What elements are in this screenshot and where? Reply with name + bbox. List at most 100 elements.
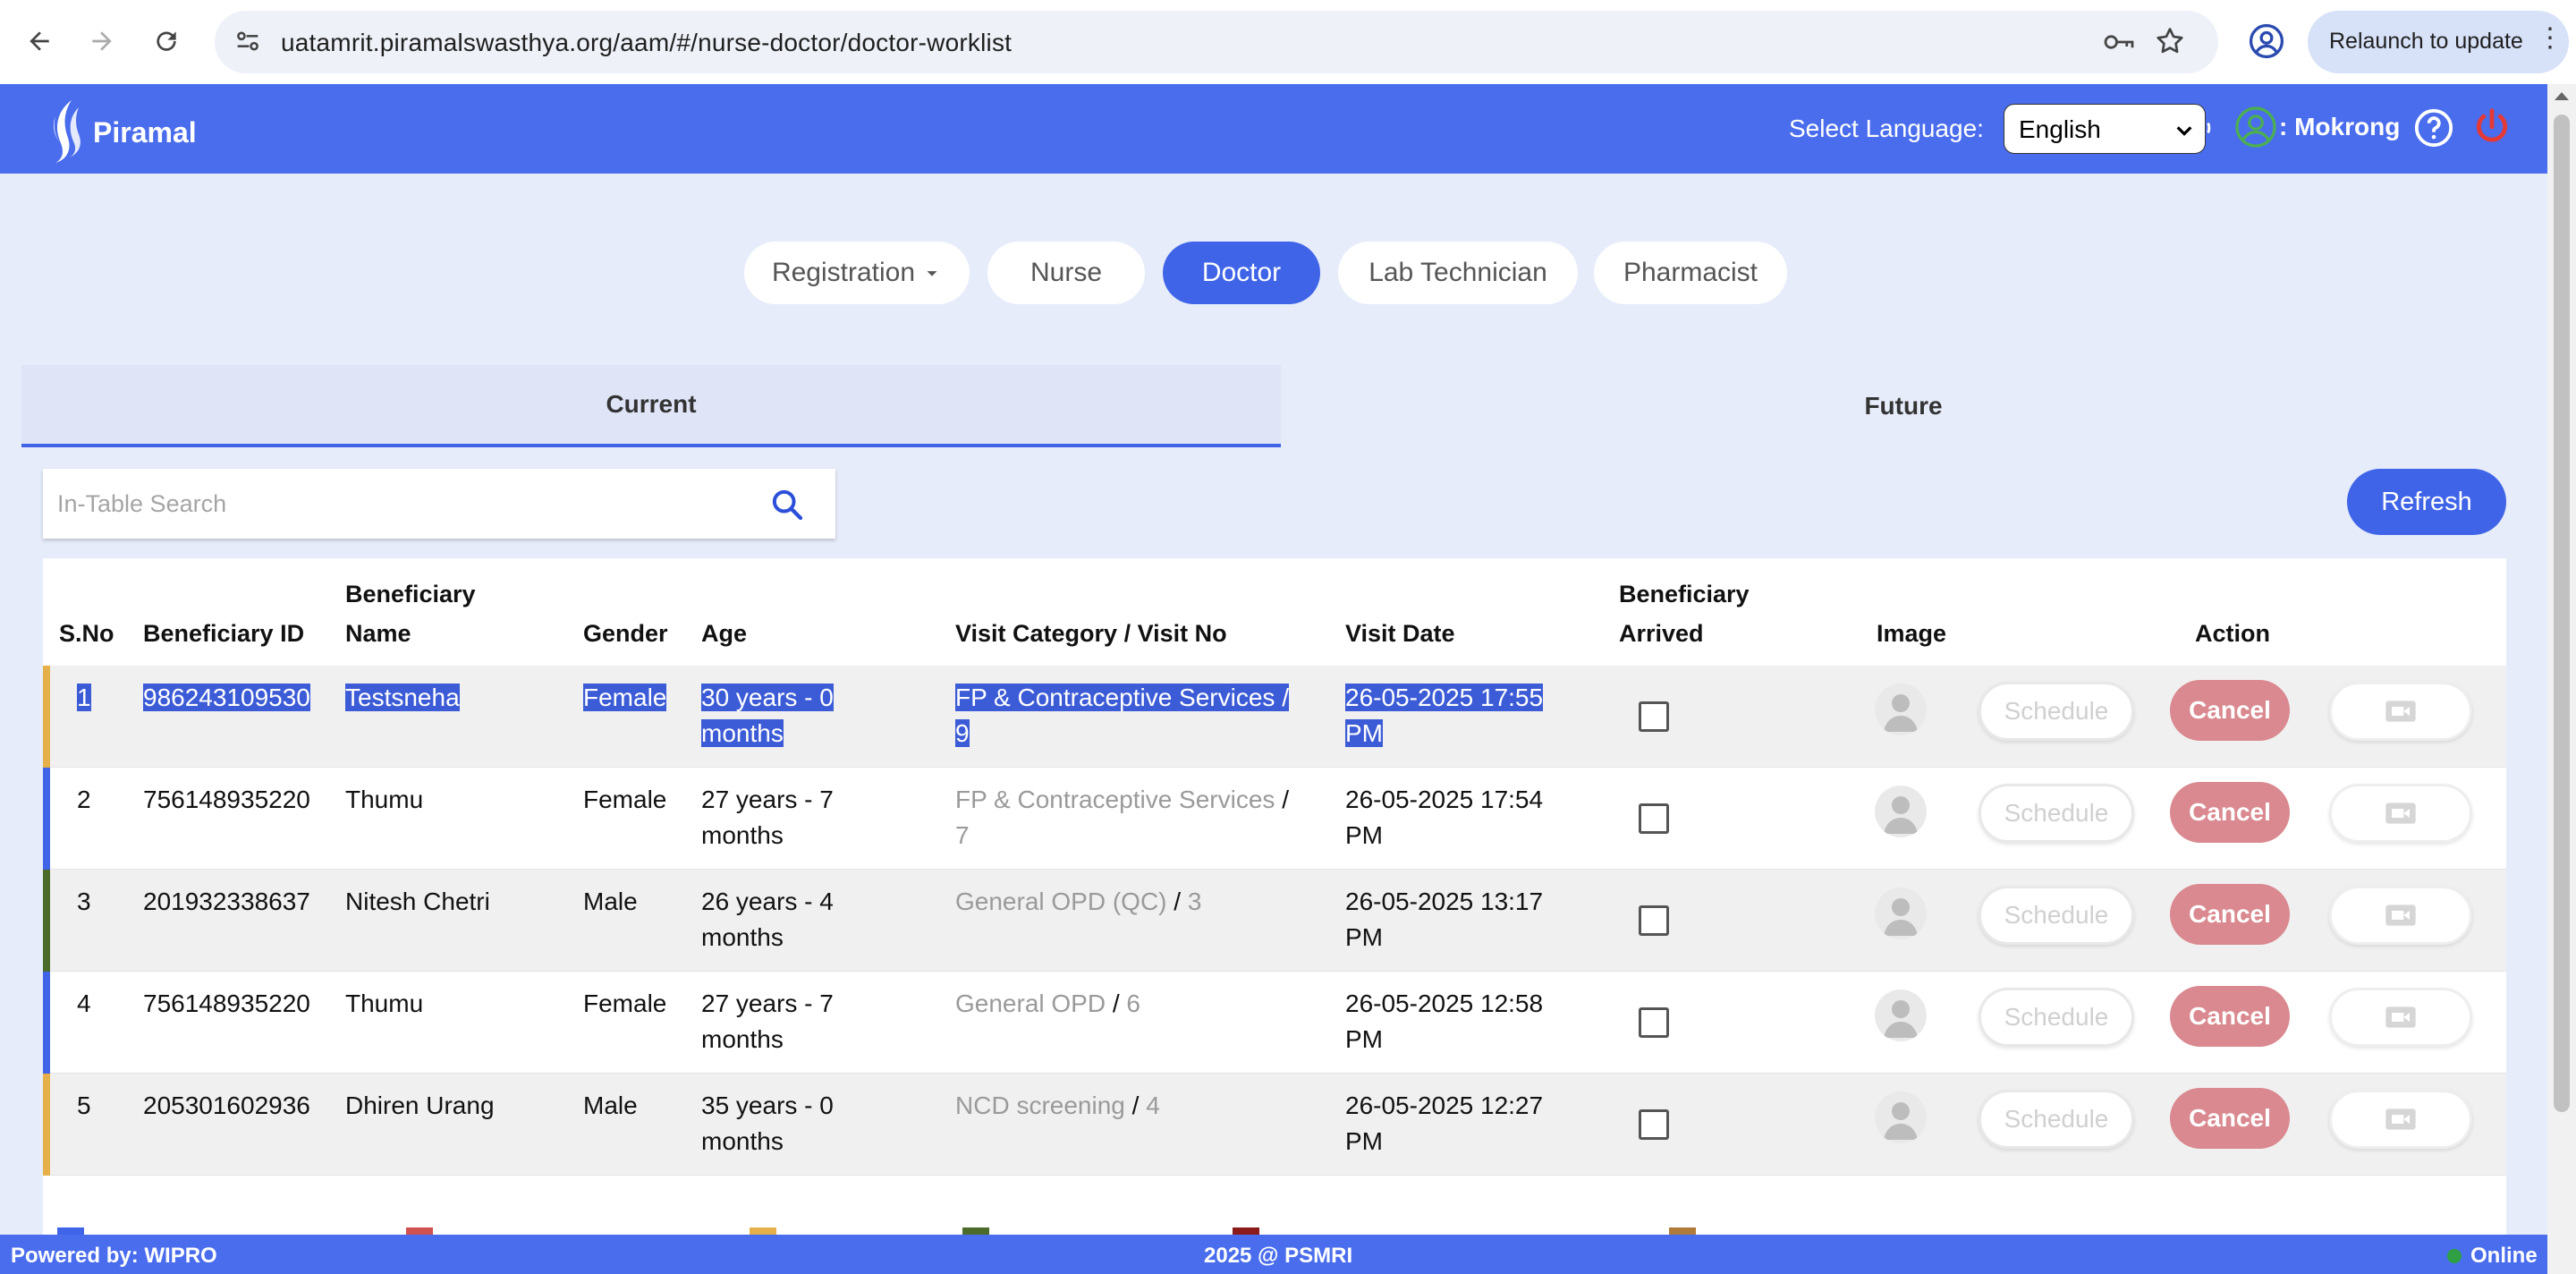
role-doctor-button[interactable]: Doctor	[1163, 242, 1320, 304]
cancel-button[interactable]: Cancel	[2170, 1088, 2290, 1149]
cell-sno: 4	[77, 989, 91, 1017]
header-beneficiary-id: Beneficiary ID	[143, 620, 305, 647]
cell-visit-separator: /	[1166, 888, 1188, 915]
cell-sno: 2	[77, 786, 91, 813]
table-row[interactable]: 1 986243109530 Testsneha Female 30 years…	[43, 666, 2506, 768]
table-row[interactable]: 3 201932338637 Nitesh Chetri Male 26 yea…	[43, 870, 2506, 972]
footer-copyright: 2025 @ PSMRI	[1204, 1244, 1353, 1268]
header-sno: S.No	[59, 620, 114, 647]
schedule-button[interactable]: Schedule	[1979, 784, 2134, 843]
table-row[interactable]: 5 205301602936 Dhiren Urang Male 35 year…	[43, 1074, 2506, 1176]
cell-visit-date-line1: 26-05-2025 13:17	[1345, 888, 1544, 915]
role-lab-technician-label: Lab Technician	[1368, 258, 1547, 287]
legend-swatch	[406, 1227, 433, 1235]
scrollbar-thumb[interactable]	[2554, 115, 2570, 1112]
profile-icon[interactable]	[2247, 21, 2286, 65]
bookmark-star-icon[interactable]	[2154, 25, 2186, 62]
cell-sno: 5	[77, 1091, 91, 1119]
piramal-logo-icon	[45, 97, 89, 169]
cancel-button[interactable]: Cancel	[2170, 884, 2290, 945]
schedule-button[interactable]: Schedule	[1979, 682, 2134, 741]
back-icon[interactable]	[18, 20, 61, 63]
scroll-up-icon[interactable]	[2553, 89, 2571, 106]
cell-visit-date-line1: 26-05-2025 12:58	[1345, 989, 1544, 1017]
schedule-button[interactable]: Schedule	[1979, 1090, 2134, 1149]
schedule-button[interactable]: Schedule	[1979, 886, 2134, 945]
language-select[interactable]: English	[2004, 104, 2206, 154]
tab-future[interactable]: Future	[1281, 365, 2526, 447]
role-nurse-label: Nurse	[1030, 258, 1103, 287]
video-call-button[interactable]	[2329, 1090, 2472, 1149]
language-label: Select Language:	[1789, 115, 1984, 142]
reload-icon[interactable]	[145, 20, 188, 63]
header-age: Age	[701, 620, 748, 647]
role-lab-technician-button[interactable]: Lab Technician	[1338, 242, 1578, 304]
relaunch-button[interactable]: Relaunch to update ⋮	[2308, 11, 2569, 73]
site-info-icon[interactable]	[233, 26, 263, 61]
bluetooth-icon[interactable]	[2177, 106, 2216, 155]
cell-age-line1: 30 years - 0	[701, 684, 834, 711]
cell-visit-category: NCD screening	[955, 1091, 1125, 1119]
table-row[interactable]: 2 756148935220 Thumu Female 27 years - 7…	[43, 768, 2506, 870]
cell-visit-date-line2: PM	[1345, 923, 1383, 951]
arrived-checkbox[interactable]	[1639, 1007, 1669, 1038]
arrived-checkbox[interactable]	[1639, 803, 1669, 834]
more-menu-icon[interactable]: ⋮	[2537, 25, 2563, 52]
cell-age-line2: months	[701, 719, 784, 747]
role-nurse-button[interactable]: Nurse	[987, 242, 1145, 304]
cell-age-line1: 27 years - 7	[701, 989, 834, 1017]
language-value: English	[2019, 115, 2101, 143]
cell-visit-date-line2: PM	[1345, 821, 1383, 849]
cancel-label: Cancel	[2189, 1104, 2271, 1132]
logout-power-icon[interactable]	[2472, 106, 2512, 153]
role-registration-button[interactable]: Registration	[744, 242, 970, 304]
cell-gender: Female	[583, 989, 667, 1017]
cell-sno: 3	[77, 888, 91, 915]
video-call-button[interactable]	[2329, 988, 2472, 1047]
user-name: : Mokrong	[2279, 113, 2401, 140]
arrived-checkbox[interactable]	[1639, 905, 1669, 936]
video-camera-icon	[2385, 1108, 2416, 1130]
search-icon[interactable]	[769, 487, 805, 522]
row-color-bar	[43, 768, 50, 870]
arrived-checkbox[interactable]	[1639, 1109, 1669, 1140]
cell-beneficiary-id: 756148935220	[143, 786, 310, 813]
cell-age-line2: months	[701, 821, 784, 849]
header-gender: Gender	[583, 620, 668, 647]
cell-gender: Female	[583, 786, 667, 813]
header-visit-category: Visit Category / Visit No	[955, 620, 1227, 647]
role-pharmacist-button[interactable]: Pharmacist	[1594, 242, 1787, 304]
password-key-icon[interactable]	[2102, 29, 2136, 60]
schedule-label: Schedule	[2004, 1003, 2109, 1031]
cell-visit-date-line2: PM	[1345, 1127, 1383, 1155]
role-pharmacist-label: Pharmacist	[1623, 258, 1758, 287]
cancel-label: Cancel	[2189, 798, 2271, 826]
refresh-button[interactable]: Refresh	[2347, 469, 2506, 535]
cancel-button[interactable]: Cancel	[2170, 782, 2290, 843]
cancel-button[interactable]: Cancel	[2170, 986, 2290, 1047]
address-bar[interactable]: uatamrit.piramalswasthya.org/aam/#/nurse…	[215, 11, 2218, 73]
footer-online-status: Online	[2470, 1244, 2538, 1268]
cell-visit-no: 6	[1126, 989, 1140, 1017]
cell-visit-no: 9	[955, 719, 970, 747]
row-color-bar	[43, 1074, 50, 1176]
cell-visit-date-line2: PM	[1345, 719, 1383, 747]
table-search-input[interactable]	[43, 469, 758, 539]
cancel-button[interactable]: Cancel	[2170, 680, 2290, 741]
arrived-checkbox[interactable]	[1639, 701, 1669, 732]
video-call-button[interactable]	[2329, 682, 2472, 741]
tab-current[interactable]: Current	[21, 365, 1281, 447]
cell-beneficiary-name: Dhiren Urang	[345, 1091, 495, 1119]
role-registration-label: Registration	[771, 258, 916, 287]
schedule-label: Schedule	[2004, 697, 2109, 725]
video-call-button[interactable]	[2329, 886, 2472, 945]
cell-visit-no: 7	[955, 821, 970, 849]
schedule-button[interactable]: Schedule	[1979, 988, 2134, 1047]
doctor-worklist-table: S.No Beneficiary ID Beneficiary Name Gen…	[43, 558, 2506, 1238]
cell-visit-category: General OPD (QC)	[955, 888, 1167, 915]
table-row[interactable]: 4 756148935220 Thumu Female 27 years - 7…	[43, 972, 2506, 1074]
forward-icon[interactable]	[80, 20, 123, 63]
help-icon[interactable]	[2413, 107, 2454, 153]
browser-chrome: uatamrit.piramalswasthya.org/aam/#/nurse…	[0, 0, 2576, 84]
video-call-button[interactable]	[2329, 784, 2472, 843]
